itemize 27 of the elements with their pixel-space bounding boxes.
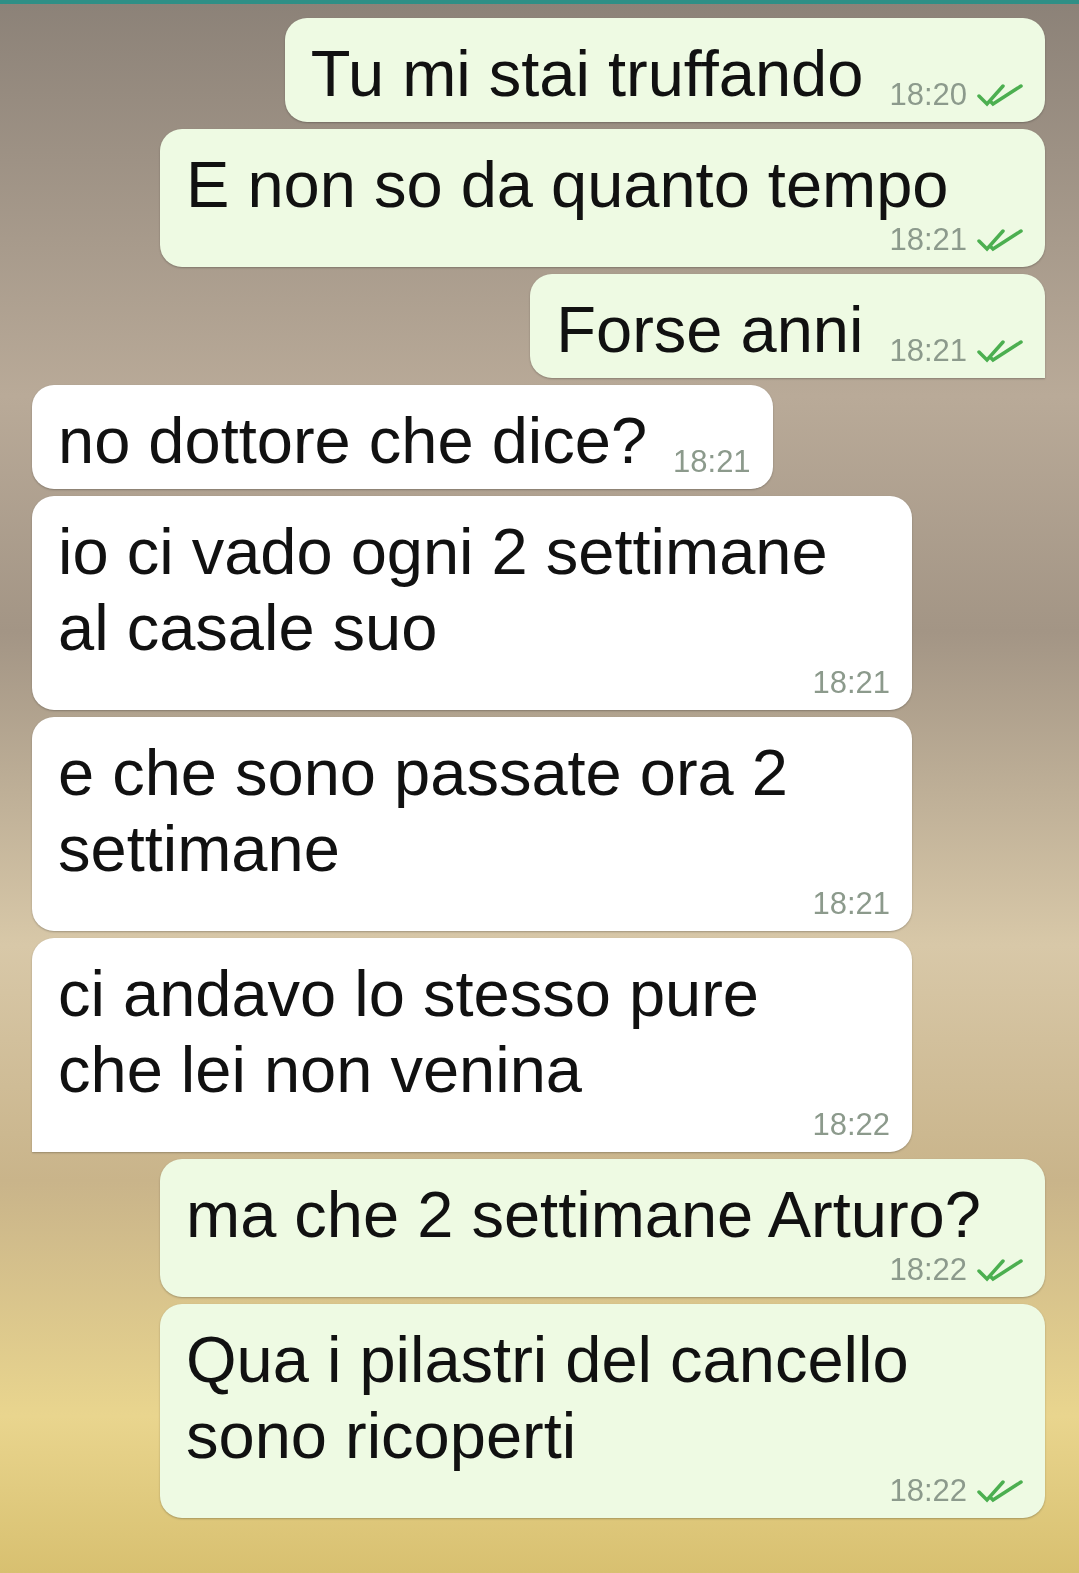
message-text: ci andavo lo stesso pure che lei non venina (58, 956, 760, 1108)
message-time: 18:21 (889, 223, 967, 257)
message-text: Forse anni (556, 292, 864, 368)
message-text: no dottore che dice? (58, 403, 648, 479)
received-message-bubble[interactable]: e che sono passate ora 2 settimane 18:21 (32, 717, 912, 931)
received-message-bubble[interactable]: no dottore che dice? 18:21 (32, 385, 773, 489)
sent-message-bubble[interactable]: E non so da quanto tempo 18:21 (160, 129, 1045, 267)
message-time: 18:22 (889, 1253, 967, 1287)
received-message-bubble[interactable]: io ci vado ogni 2 settimane al casale suo 18:21 (32, 496, 912, 710)
message-time: 18:21 (812, 666, 890, 700)
sent-message-bubble[interactable]: Forse anni 18:21 (530, 274, 1045, 378)
message-text: ma che 2 settimane Arturo? (186, 1177, 981, 1253)
message-time: 18:20 (889, 78, 967, 112)
message-time: 18:21 (812, 887, 890, 921)
message-time: 18:21 (673, 445, 751, 479)
message-text: e che sono passate ora 2 settimane (58, 735, 789, 887)
message-text: io ci vado ogni 2 settimane al casale suo (58, 514, 829, 666)
message-time: 18:22 (889, 1474, 967, 1508)
message-text: E non so da quanto tempo (186, 147, 949, 223)
sent-message-bubble[interactable]: ma che 2 settimane Arturo? 18:22 (160, 1159, 1045, 1297)
message-time: 18:22 (812, 1108, 890, 1142)
message-time: 18:21 (889, 334, 967, 368)
sent-message-bubble[interactable]: Qua i pilastri del cancello sono ricoperti 18:22 (160, 1304, 1045, 1518)
received-message-bubble[interactable]: ci andavo lo stesso pure che lei non venina 18:22 (32, 938, 912, 1152)
message-text: Tu mi stai truffando (310, 36, 864, 112)
sent-message-bubble[interactable]: Tu mi stai truffando 18:20 (284, 18, 1045, 122)
message-text: Qua i pilastri del cancello sono ricoperti (186, 1322, 910, 1474)
